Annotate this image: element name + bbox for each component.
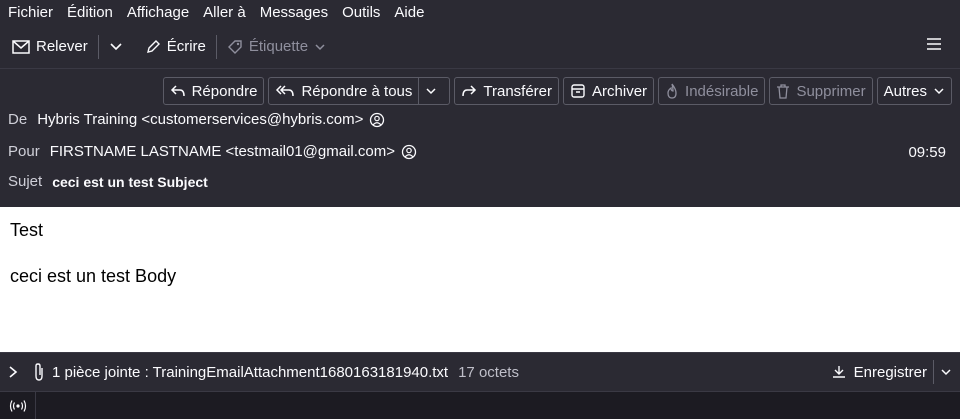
get-mail-label: Relever: [36, 38, 88, 55]
message-body: Test ceci est un test Body: [0, 207, 960, 352]
toolbar-divider: [215, 34, 217, 59]
archive-icon: [571, 84, 585, 98]
delete-button[interactable]: Supprimer: [769, 77, 873, 105]
attachment-size: 17 octets: [458, 363, 519, 381]
get-mail-button[interactable]: Relever: [8, 32, 92, 62]
reply-all-label: Répondre à tous: [301, 82, 413, 100]
tag-label: Étiquette: [248, 38, 309, 55]
to-value[interactable]: FIRSTNAME LASTNAME <testmail01@gmail.com…: [50, 143, 395, 160]
more-label: Autres: [883, 82, 927, 100]
message-actions: Répondre Répondre à tous Transférer Arch…: [159, 77, 952, 105]
body-line: Test: [10, 220, 44, 240]
save-divider: [933, 360, 934, 384]
save-attachment-group: Enregistrer: [832, 360, 952, 384]
more-button[interactable]: Autres: [876, 77, 952, 105]
reply-button[interactable]: Répondre: [162, 77, 265, 105]
get-mail-dropdown[interactable]: [105, 32, 133, 62]
reply-all-button[interactable]: Répondre à tous: [268, 77, 451, 105]
chevron-down-icon[interactable]: [940, 367, 952, 377]
menu-help[interactable]: Aide: [394, 4, 424, 21]
forward-button[interactable]: Transférer: [454, 77, 560, 105]
menu-file[interactable]: Fichier: [8, 4, 53, 21]
get-mail-icon: [12, 39, 30, 54]
attachment-bar: 1 pièce jointe : TrainingEmailAttachment…: [0, 352, 960, 391]
tag-icon: [227, 39, 242, 54]
subject-label: Sujet: [8, 173, 43, 190]
pencil-icon: [146, 39, 160, 53]
reply-label: Répondre: [191, 82, 258, 100]
delete-label: Supprimer: [796, 82, 866, 100]
chevron-down-icon: [110, 42, 122, 50]
chevron-down-icon: [315, 43, 325, 50]
chevron-down-icon: [934, 88, 944, 95]
hamburger-menu-icon: [927, 38, 941, 50]
menu-message[interactable]: Messages: [260, 4, 328, 21]
paperclip-icon: [35, 363, 43, 381]
archive-label: Archiver: [592, 82, 648, 100]
archive-button[interactable]: Archiver: [563, 77, 655, 105]
junk-button[interactable]: Indésirable: [658, 77, 766, 105]
write-button[interactable]: Écrire: [141, 32, 210, 62]
trash-icon: [777, 84, 790, 99]
contact-icon[interactable]: [401, 144, 417, 160]
chevron-down-icon: [426, 88, 436, 95]
download-icon: [832, 366, 845, 378]
contact-icon[interactable]: [369, 112, 385, 128]
menu-edit[interactable]: Édition: [67, 4, 113, 21]
forward-icon: [462, 85, 477, 97]
app-menu-button[interactable]: [926, 37, 942, 55]
broadcast-icon: [9, 399, 26, 412]
toolbar-divider: [97, 34, 99, 59]
online-status-button[interactable]: [0, 391, 36, 419]
status-bar: [0, 391, 960, 419]
menu-view[interactable]: Affichage: [127, 4, 189, 21]
attachment-summary[interactable]: 1 pièce jointe : TrainingEmailAttachment…: [52, 364, 448, 381]
from-value[interactable]: Hybris Training <customerservices@hybris…: [37, 111, 363, 128]
reply-all-icon: [276, 85, 295, 97]
save-button[interactable]: Enregistrer: [854, 364, 927, 381]
from-label: De: [8, 111, 28, 128]
subject-row: Sujet ceci est un test Subject: [8, 173, 208, 190]
tag-button[interactable]: Étiquette: [223, 32, 336, 62]
body-line: ceci est un test Body: [10, 266, 177, 286]
from-row: De Hybris Training <customerservices@hyb…: [8, 111, 385, 128]
menu-go[interactable]: Aller à: [203, 4, 246, 21]
junk-label: Indésirable: [685, 82, 759, 100]
message-header: Répondre Répondre à tous Transférer Arch…: [0, 69, 960, 207]
fire-icon: [667, 83, 677, 99]
main-toolbar: Relever Écrire Étiquette: [0, 25, 960, 69]
reply-all-dropdown[interactable]: [418, 78, 449, 104]
reply-icon: [170, 85, 185, 97]
menu-tools[interactable]: Outils: [342, 4, 380, 21]
to-row: Pour FIRSTNAME LASTNAME <testmail01@gmai…: [8, 143, 417, 160]
chevron-right-icon[interactable]: [8, 365, 18, 379]
to-label: Pour: [8, 143, 40, 160]
subject-value: ceci est un test Subject: [52, 173, 208, 190]
message-time: 09:59: [908, 144, 946, 161]
write-label: Écrire: [166, 38, 206, 55]
forward-label: Transférer: [483, 82, 553, 100]
menu-bar: Fichier Édition Affichage Aller à Messag…: [0, 0, 960, 25]
